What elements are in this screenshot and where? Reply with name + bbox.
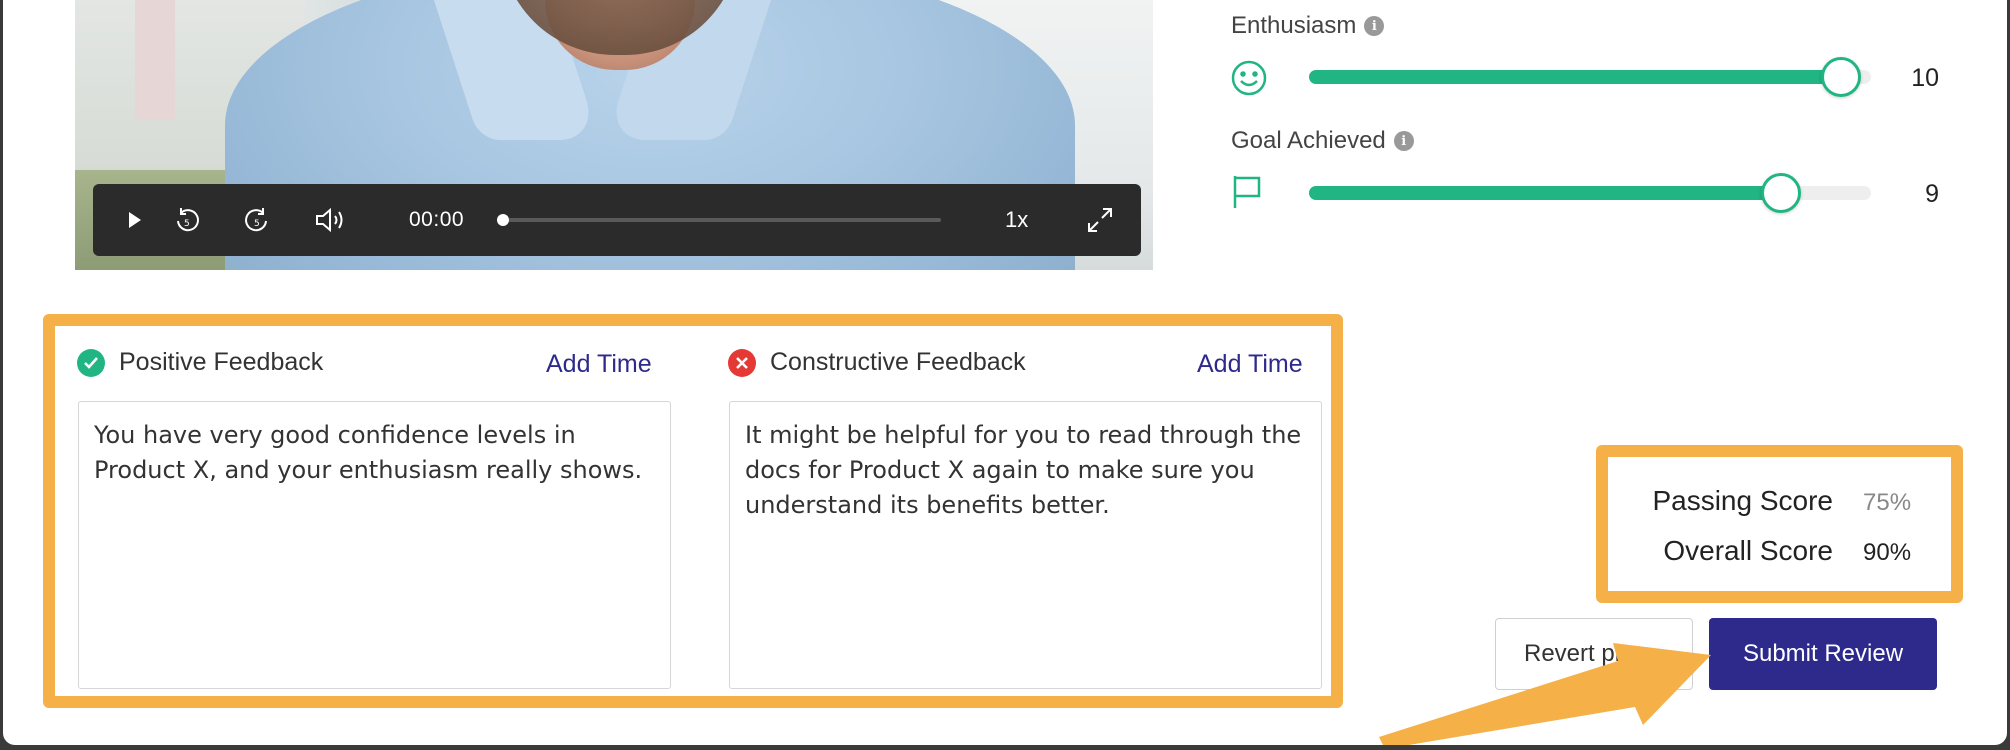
positive-feedback-header: Positive Feedback bbox=[77, 348, 323, 377]
constructive-feedback-header: Constructive Feedback bbox=[728, 348, 1026, 377]
enthusiasm-value: 10 bbox=[1911, 64, 1939, 92]
error-circle-icon bbox=[728, 348, 756, 377]
review-panel: 5 5 00:00 1x Enthusiasm i 10 Goal Achiev… bbox=[3, 0, 2007, 745]
constructive-feedback-textarea[interactable]: It might be helpful for you to read thro… bbox=[729, 401, 1322, 689]
submit-review-button[interactable]: Submit Review bbox=[1709, 618, 1937, 690]
smiley-icon bbox=[1229, 58, 1269, 98]
scores-highlight bbox=[1596, 445, 1963, 603]
positive-feedback-textarea[interactable]: You have very good confidence levels in … bbox=[78, 401, 671, 689]
video-time: 00:00 bbox=[409, 208, 465, 231]
metric-enthusiasm-label: Enthusiasm i bbox=[1231, 12, 1385, 40]
goal-slider-thumb[interactable] bbox=[1760, 173, 1801, 213]
forward-5-icon[interactable]: 5 bbox=[235, 184, 279, 256]
overall-score-row: Overall Score 90% bbox=[1603, 535, 1923, 567]
play-icon[interactable] bbox=[115, 184, 155, 256]
goal-slider-fill bbox=[1309, 186, 1781, 200]
annotation-arrow bbox=[1379, 643, 1711, 745]
positive-add-time-link[interactable]: Add Time bbox=[546, 350, 652, 379]
enthusiasm-slider-thumb[interactable] bbox=[1821, 57, 1861, 97]
rewind-5-icon[interactable]: 5 bbox=[165, 184, 209, 256]
goal-value: 9 bbox=[1925, 180, 1939, 208]
video-progress-thumb[interactable] bbox=[497, 214, 509, 226]
metric-goal-label: Goal Achieved i bbox=[1231, 127, 1414, 155]
volume-icon[interactable] bbox=[305, 184, 355, 256]
metric-goal-title: Goal Achieved bbox=[1231, 127, 1386, 154]
constructive-add-time-link[interactable]: Add Time bbox=[1197, 350, 1303, 379]
overall-score-value: 90% bbox=[1863, 539, 1912, 566]
info-icon[interactable]: i bbox=[1364, 16, 1385, 36]
passing-score-label: Passing Score bbox=[1652, 485, 1833, 516]
fullscreen-icon[interactable] bbox=[1075, 184, 1125, 256]
flag-icon bbox=[1229, 172, 1269, 212]
passing-score-row: Passing Score 75% bbox=[1603, 485, 1923, 517]
positive-feedback-title: Positive Feedback bbox=[119, 348, 324, 376]
svg-text:5: 5 bbox=[254, 219, 260, 229]
video-controls-bar: 5 5 00:00 1x bbox=[93, 184, 1141, 256]
enthusiasm-slider-fill bbox=[1309, 70, 1841, 84]
playback-speed[interactable]: 1x bbox=[1005, 184, 1028, 256]
constructive-feedback-title: Constructive Feedback bbox=[770, 348, 1026, 376]
check-circle-icon bbox=[77, 348, 105, 377]
svg-text:5: 5 bbox=[184, 219, 190, 229]
overall-score-label: Overall Score bbox=[1663, 535, 1833, 566]
metric-enthusiasm-title: Enthusiasm bbox=[1231, 12, 1357, 39]
video-progress-track[interactable] bbox=[503, 218, 941, 222]
goal-slider[interactable] bbox=[1309, 173, 1871, 213]
info-icon[interactable]: i bbox=[1393, 131, 1414, 151]
video-background-detail bbox=[135, 0, 175, 120]
passing-score-value: 75% bbox=[1863, 489, 1912, 516]
enthusiasm-slider[interactable] bbox=[1309, 57, 1871, 97]
